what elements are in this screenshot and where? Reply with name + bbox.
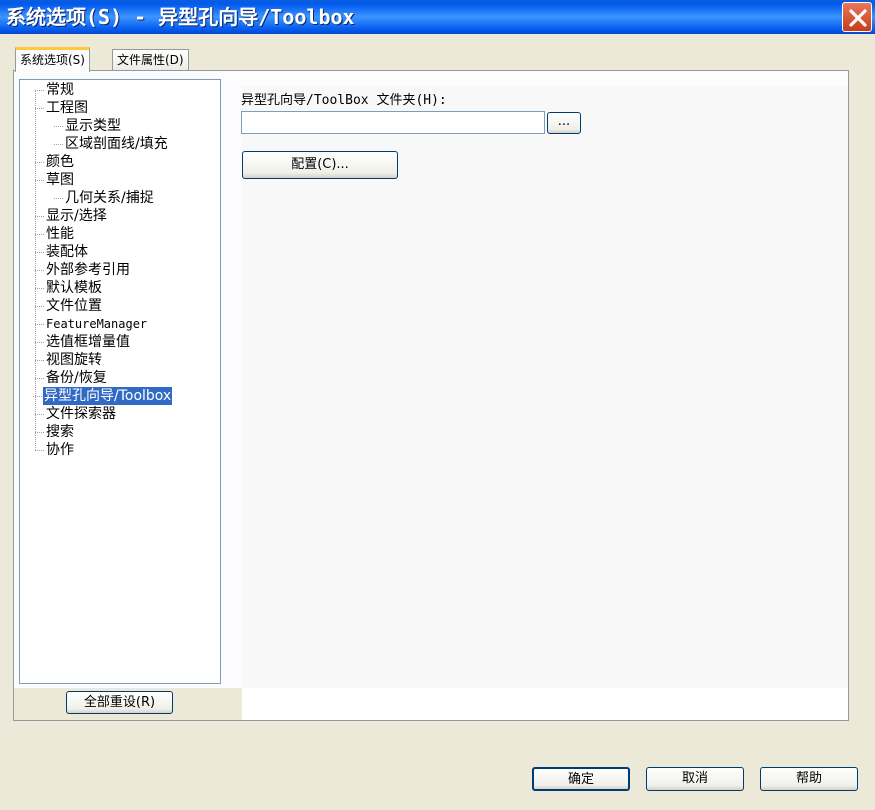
tree-item-assemblies[interactable]: 装配体 — [35, 243, 89, 261]
tab-document-properties[interactable]: 文件属性(D) — [112, 49, 189, 71]
tab-label: 系统选项(S) — [20, 53, 85, 67]
close-button[interactable] — [842, 2, 872, 32]
tree-item-external-references[interactable]: 外部参考引用 — [35, 261, 131, 279]
tree-item-colors[interactable]: 颜色 — [35, 153, 75, 171]
tree-item-collaboration[interactable]: 协作 — [35, 441, 75, 459]
help-button[interactable]: 帮助 — [760, 767, 858, 791]
ok-button[interactable]: 确定 — [532, 767, 630, 791]
tab-label: 文件属性(D) — [117, 53, 184, 67]
tree-item-file-locations[interactable]: 文件位置 — [35, 297, 103, 315]
tree-item-featuremanager[interactable]: FeatureManager — [34, 315, 148, 333]
tree-item-relations-snaps[interactable]: 几何关系/捕捉 — [54, 189, 155, 207]
settings-footer — [242, 688, 848, 720]
tree-item-drawings[interactable]: 工程图 — [35, 99, 89, 117]
tree-item-performance[interactable]: 性能 — [35, 225, 75, 243]
tree-item-area-hatch[interactable]: 区域剖面线/填充 — [54, 135, 169, 153]
tree-item-display-style[interactable]: 显示类型 — [54, 117, 122, 135]
reset-all-button[interactable]: 全部重设(R) — [66, 691, 173, 714]
tree-item-hole-wizard-toolbox[interactable]: 异型孔向导/Toolbox — [32, 387, 173, 405]
window-title: 系统选项(S) - 异型孔向导/Toolbox — [6, 5, 355, 29]
title-bar: 系统选项(S) - 异型孔向导/Toolbox — [0, 0, 875, 34]
close-icon — [849, 9, 867, 27]
tree-item-view-rotation[interactable]: 视图旋转 — [35, 351, 103, 369]
tree-item-general[interactable]: 常规 — [35, 81, 75, 99]
tree-item-sketch[interactable]: 草图 — [35, 171, 75, 189]
settings-area — [242, 86, 848, 720]
tree-item-display-selection[interactable]: 显示/选择 — [35, 207, 108, 225]
toolbox-folder-input[interactable] — [241, 111, 545, 134]
browse-button[interactable]: ... — [547, 112, 581, 134]
tree-item-backup-recover[interactable]: 备份/恢复 — [35, 369, 108, 387]
options-tree[interactable]: 常规 工程图 显示类型 区域剖面线/填充 颜色 草图 几何关系/捕捉 显示/选择… — [19, 79, 221, 684]
tab-system-options[interactable]: 系统选项(S) — [15, 47, 90, 72]
cancel-button[interactable]: 取消 — [646, 767, 744, 791]
tree-item-file-explorer[interactable]: 文件探索器 — [35, 405, 117, 423]
tree-item-search[interactable]: 搜索 — [35, 423, 75, 441]
toolbox-folder-label: 异型孔向导/ToolBox 文件夹(H): — [241, 93, 447, 108]
tree-item-default-templates[interactable]: 默认模板 — [35, 279, 103, 297]
tree-item-spin-box-increments[interactable]: 选值框增量值 — [35, 333, 131, 351]
configure-button[interactable]: 配置(C)... — [242, 151, 398, 179]
